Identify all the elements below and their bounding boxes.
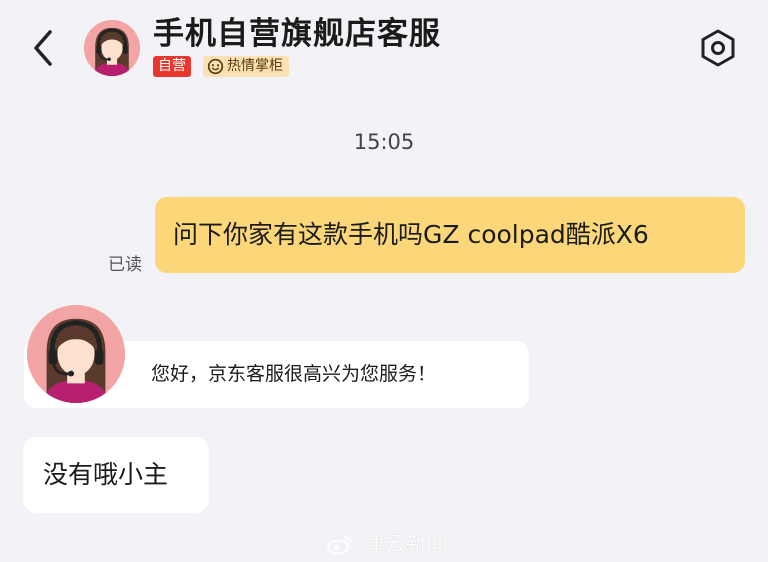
hot-counter-label: 热情掌柜 — [227, 58, 283, 74]
back-chevron-icon — [34, 30, 52, 66]
self-run-badge: 自营 — [153, 56, 191, 77]
news-watermark: 津云新闻 — [327, 530, 448, 556]
shop-title: 手机自营旗舰店客服 — [153, 16, 441, 52]
weibo-icon — [327, 536, 351, 555]
customer-service-avatar-icon — [27, 305, 125, 403]
back-button[interactable] — [28, 26, 60, 70]
settings-hexagon-icon — [701, 29, 735, 67]
chat-header: 手机自营旗舰店客服 自营 热情掌柜 — [0, 0, 768, 100]
agent-avatar[interactable] — [27, 305, 125, 403]
smile-face-icon — [207, 58, 224, 75]
hot-counter-badge: 热情掌柜 — [203, 56, 289, 77]
shop-avatar[interactable] — [84, 20, 140, 76]
customer-service-avatar-icon — [84, 20, 140, 76]
agent-reply-bubble[interactable]: 没有哦小主 — [23, 437, 209, 513]
settings-button[interactable] — [698, 28, 738, 68]
watermark-text: 津云新闻 — [363, 532, 448, 556]
user-message-bubble[interactable]: 问下你家有这款手机吗GZ coolpad酷派X6 — [155, 197, 745, 273]
read-status: 已读 — [108, 255, 142, 275]
message-timestamp: 15:05 — [353, 130, 415, 154]
